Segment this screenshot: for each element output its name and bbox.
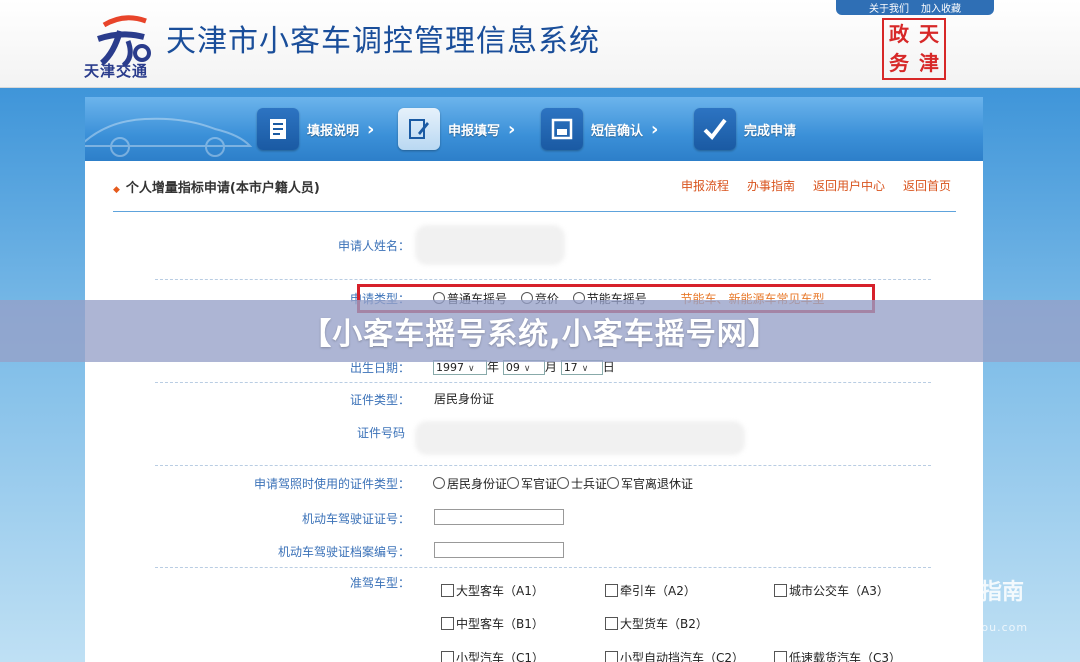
home-link[interactable]: 返回首页: [903, 177, 951, 194]
seal-char: 津: [919, 51, 939, 75]
redacted-id-number: [415, 421, 745, 455]
sogou-watermark: S 搜狗指南: [902, 574, 1024, 606]
chevron-right-icon: ›: [508, 118, 516, 140]
chevron-down-icon: ∨: [468, 364, 475, 374]
step-label: 完成申请: [744, 123, 797, 139]
applicant-name-label: 申请人姓名：: [337, 239, 410, 253]
license-class-c1[interactable]: 小型汽车（C1）: [441, 649, 544, 662]
license-class-a1[interactable]: 大型客车（A1）: [441, 582, 544, 599]
watermark-url: zhinan.sogou.com: [912, 621, 1029, 634]
steps-banner: 填报说明 › 申报填写 › 短信确认 › 完成申请: [85, 97, 983, 161]
user-center-link[interactable]: 返回用户中心: [813, 177, 885, 194]
license-class-c2[interactable]: 小型自动挡汽车（C2）: [605, 649, 744, 662]
article-title-overlay: 【小客车摇号系统,小客车摇号网】: [0, 300, 1080, 362]
chevron-down-icon: ∨: [523, 364, 531, 374]
about-us-link[interactable]: 关于我们: [869, 0, 909, 15]
step-fill-instructions[interactable]: 填报说明 ›: [257, 108, 374, 150]
license-id-type-options: 居民身份证 军官证 士兵证 军官离退休证: [433, 475, 693, 492]
form-title-text: 个人增量指标申请(本市户籍人员): [125, 181, 320, 196]
message-icon: [541, 108, 583, 150]
license-id-type-label: 申请驾照时使用的证件类型：: [253, 477, 410, 491]
step-fill-application[interactable]: 申报填写 ›: [398, 108, 515, 150]
tianjin-gov-seal-logo[interactable]: 政 天 务 津: [882, 18, 946, 80]
birth-year-select[interactable]: 1997 ∨: [433, 360, 487, 375]
license-class-a3[interactable]: 城市公交车（A3）: [774, 582, 889, 599]
license-number-label: 机动车驾驶证证号：: [301, 512, 410, 526]
license-archive-input[interactable]: [434, 542, 564, 558]
row-divider: [155, 382, 931, 383]
radio-soldier-id[interactable]: 士兵证: [557, 477, 607, 491]
logo-text: 天津交通: [84, 62, 149, 80]
license-class-c3[interactable]: 低速载货汽车（C3）: [774, 649, 901, 662]
form-header: ◆ 个人增量指标申请(本市户籍人员) 申报流程 办事指南 返回用户中心 返回首页: [85, 161, 983, 213]
top-links: 关于我们 加入收藏: [836, 0, 994, 15]
form-links: 申报流程 办事指南 返回用户中心 返回首页: [681, 177, 951, 194]
license-number-input[interactable]: [434, 509, 564, 525]
id-type-label: 证件类型：: [349, 393, 410, 407]
add-favorite-link[interactable]: 加入收藏: [921, 0, 961, 15]
document-icon: [257, 108, 299, 150]
license-class-b1[interactable]: 中型客车（B1）: [441, 615, 544, 632]
step-sms-confirm[interactable]: 短信确认 ›: [541, 108, 658, 150]
site-title: 天津市小客车调控管理信息系统: [166, 24, 600, 59]
month-unit: 月: [544, 360, 557, 374]
license-class-b2[interactable]: 大型货车（B2）: [605, 615, 708, 632]
chevron-down-icon: ∨: [581, 364, 589, 374]
form-title: ◆ 个人增量指标申请(本市户籍人员): [113, 177, 320, 196]
license-archive-label: 机动车驾驶证档案编号：: [277, 545, 410, 559]
row-divider: [155, 279, 931, 280]
step-label: 填报说明: [307, 123, 360, 139]
radio-officer-id[interactable]: 军官证: [507, 477, 557, 491]
sogou-logo-icon: S: [902, 575, 932, 605]
row-divider: [155, 465, 931, 466]
seal-char: 政: [889, 22, 909, 46]
car-decoration-icon: [85, 117, 253, 157]
seal-char: 天: [919, 22, 939, 46]
id-number-label: 证件号码: [356, 426, 405, 440]
radio-retired-officer-id[interactable]: 军官离退休证: [607, 477, 693, 491]
site-header: 天津交通 天津市小客车调控管理信息系统 关于我们 加入收藏 政 天 务 津: [0, 0, 1080, 88]
header-divider: [113, 211, 956, 212]
chevron-right-icon: ›: [651, 118, 659, 140]
year-unit: 年: [487, 360, 500, 374]
apply-process-link[interactable]: 申报流程: [681, 177, 729, 194]
checkmark-icon: [694, 108, 736, 150]
birth-month-select[interactable]: 09 ∨: [502, 360, 545, 375]
license-class-a2[interactable]: 牵引车（A2）: [605, 582, 696, 599]
watermark-text: 搜狗指南: [936, 580, 1025, 605]
redacted-name: [415, 225, 565, 265]
step-complete[interactable]: 完成申请: [694, 108, 796, 150]
guide-link[interactable]: 办事指南: [747, 177, 795, 194]
step-label: 短信确认: [591, 123, 644, 139]
row-divider: [155, 567, 931, 568]
edit-icon: [398, 108, 440, 150]
seal-char: 务: [889, 51, 909, 75]
article-title: 【小客车摇号系统,小客车摇号网】: [301, 317, 779, 352]
day-unit: 日: [602, 360, 615, 374]
main-container: 填报说明 › 申报填写 › 短信确认 › 完成申请 ◆个人增量指标申请(本市户: [85, 97, 983, 662]
chevron-right-icon: ›: [367, 118, 375, 140]
birth-day-select[interactable]: 17 ∨: [560, 360, 603, 375]
radio-resident-id[interactable]: 居民身份证: [433, 477, 507, 491]
id-type-value: 居民身份证: [434, 392, 495, 406]
step-label: 申报填写: [448, 123, 501, 139]
bullet-icon: ◆: [113, 185, 120, 195]
license-class-label: 准驾车型：: [349, 576, 410, 590]
